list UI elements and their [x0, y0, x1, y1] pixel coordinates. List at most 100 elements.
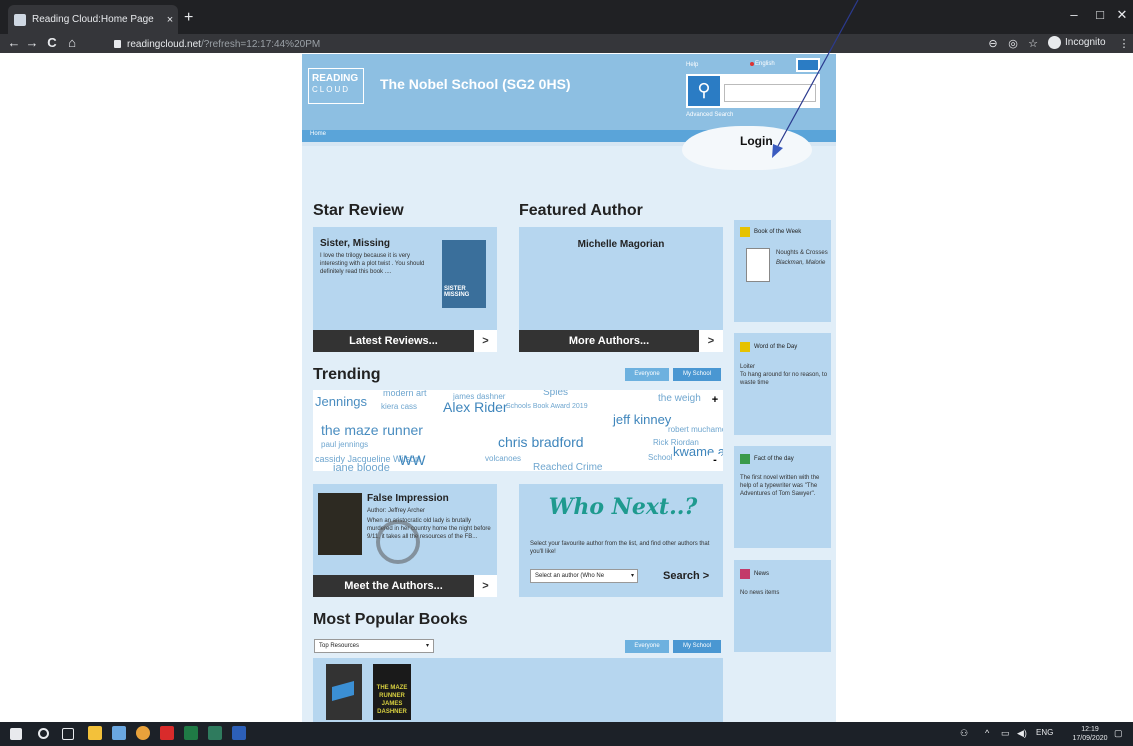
search-input[interactable] — [724, 84, 816, 102]
news-label: News — [754, 571, 770, 577]
popular-book-cover[interactable] — [326, 664, 362, 720]
chrome-icon[interactable] — [136, 726, 150, 740]
task-view-icon[interactable] — [62, 728, 74, 740]
resource-select-value: Top Resources — [319, 643, 360, 649]
display-icon[interactable] — [796, 58, 820, 72]
tracking-icon[interactable]: ◎ — [1005, 37, 1021, 50]
chevron-down-icon: ▾ — [630, 573, 634, 579]
zoom-icon[interactable]: ⊖ — [985, 37, 1001, 50]
trend-word[interactable]: jane bloode — [333, 462, 390, 471]
trend-word[interactable]: Schools Book Award 2019 — [506, 403, 588, 410]
publisher-icon[interactable] — [208, 726, 222, 740]
trend-word[interactable]: WW — [399, 452, 425, 468]
most-popular-heading: Most Popular Books — [313, 611, 468, 628]
address-bar[interactable]: readingcloud.net/?refresh=12:17:44%20PM — [106, 37, 966, 51]
school-name: The Nobel School (SG2 0HS) — [380, 76, 571, 92]
minimize-button[interactable]: – — [1063, 7, 1085, 22]
people-icon[interactable]: ⚇ — [960, 728, 968, 739]
who-next-search-button[interactable]: Search > — [663, 570, 709, 582]
profile-label: Incognito — [1065, 37, 1106, 48]
reading-cloud-logo[interactable]: READING CLOUD — [308, 68, 364, 104]
more-authors-arrow[interactable]: > — [699, 330, 723, 352]
excel-icon[interactable] — [184, 726, 198, 740]
fact-of-day-text: The first novel written with the help of… — [740, 475, 820, 497]
help-link[interactable]: Help — [686, 62, 698, 68]
meet-authors-arrow[interactable]: > — [474, 575, 497, 597]
forward-button[interactable]: → — [24, 35, 40, 50]
tray-chevron-icon[interactable]: ^ — [985, 728, 989, 738]
zoom-in-button[interactable]: + — [709, 394, 721, 408]
trend-word[interactable]: chris bradford — [498, 434, 584, 450]
bookmark-star-icon[interactable]: ☆ — [1025, 37, 1041, 50]
search-icon[interactable]: ⚲ — [688, 76, 720, 106]
trend-word[interactable]: Alex Rider — [443, 399, 508, 415]
clock[interactable]: 12:19 17/09/2020 — [1070, 725, 1110, 743]
new-tab-button[interactable]: + — [184, 9, 193, 27]
clock-time: 12:19 — [1081, 726, 1099, 733]
incognito-indicator[interactable]: Incognito — [1048, 36, 1106, 49]
popular-my-school-button[interactable]: My School — [673, 640, 721, 653]
browser-tab[interactable]: Reading Cloud:Home Page × — [8, 5, 178, 34]
trend-word[interactable]: modern art — [383, 390, 427, 398]
home-link[interactable]: Home — [310, 131, 326, 137]
trending-everyone-button[interactable]: Everyone — [625, 368, 669, 381]
word-icon[interactable] — [232, 726, 246, 740]
url-host: readingcloud.net — [127, 38, 201, 50]
trending-word-cloud[interactable]: Jennings modern art james dashner Spies … — [313, 390, 723, 471]
more-authors-button[interactable]: More Authors... — [519, 330, 699, 352]
author-select[interactable]: Select an author (Who Ne ▾ — [530, 569, 638, 583]
trend-word[interactable]: the weigh — [658, 393, 701, 404]
meet-authors-button[interactable]: Meet the Authors... — [313, 575, 474, 597]
trend-word[interactable]: kiera cass — [381, 402, 417, 411]
back-button[interactable]: ← — [6, 35, 22, 50]
featured-author-heading: Featured Author — [519, 202, 643, 219]
volume-icon[interactable]: ◀) — [1017, 728, 1027, 739]
zoom-out-button[interactable]: - — [709, 454, 721, 468]
book-of-week-book[interactable]: Noughts & Crosses — [776, 249, 828, 257]
reload-button[interactable]: C — [44, 35, 60, 50]
latest-reviews-arrow[interactable]: > — [474, 330, 497, 352]
latest-reviews-button[interactable]: Latest Reviews... — [313, 330, 474, 352]
trend-word[interactable]: paul jennings — [321, 440, 368, 449]
trend-word[interactable]: Jennings — [315, 394, 367, 409]
advanced-search-link[interactable]: Advanced Search — [686, 112, 733, 118]
close-window-button[interactable]: ✕ — [1111, 7, 1133, 23]
trend-word[interactable]: jeff kinney — [613, 412, 671, 427]
windows-start-icon[interactable] — [10, 728, 22, 740]
language-indicator[interactable]: ENG — [1036, 728, 1053, 737]
file-explorer-icon[interactable] — [88, 726, 102, 740]
maximize-button[interactable]: □ — [1089, 7, 1111, 22]
home-button[interactable]: ⌂ — [64, 35, 80, 50]
search-icon[interactable] — [38, 728, 49, 739]
who-next-text: Select your favourite author from the li… — [530, 541, 710, 555]
trend-word[interactable]: Spies — [543, 390, 568, 398]
resource-select[interactable]: Top Resources ▾ — [314, 639, 434, 653]
featured-author-name[interactable]: Michelle Magorian — [519, 239, 723, 250]
review-book-title[interactable]: Sister, Missing — [320, 238, 390, 249]
popular-book-maze-runner[interactable]: THE MAZE RUNNER JAMES DASHNER — [373, 664, 411, 720]
network-status-icon[interactable]: ▭ — [1001, 728, 1010, 739]
popular-everyone-button[interactable]: Everyone — [625, 640, 669, 653]
tab-close-icon[interactable]: × — [162, 14, 178, 26]
trend-word[interactable]: Reached Crime — [533, 462, 602, 471]
menu-icon[interactable]: ⋮ — [1116, 37, 1132, 50]
network-icon[interactable] — [112, 726, 126, 740]
book-cover-false-impression[interactable] — [318, 493, 362, 555]
trend-word[interactable]: robert muchamore — [668, 425, 723, 434]
login-link[interactable]: Login — [740, 134, 773, 148]
book-of-week-cover[interactable] — [746, 248, 770, 282]
play-icon[interactable] — [376, 520, 420, 564]
news-icon — [740, 569, 750, 579]
notification-icon[interactable]: ▢ — [1114, 728, 1123, 739]
false-impression-title[interactable]: False Impression — [367, 493, 449, 504]
news-title: News — [740, 569, 769, 579]
trend-word[interactable]: volcanoes — [485, 454, 521, 463]
book-cover-sister-missing[interactable]: SISTER MISSING — [442, 240, 486, 308]
trend-word[interactable]: the maze runner — [321, 422, 423, 438]
trending-my-school-button[interactable]: My School — [673, 368, 721, 381]
acrobat-icon[interactable] — [160, 726, 174, 740]
trend-word[interactable]: School — [648, 453, 672, 462]
login-cloud[interactable] — [682, 126, 812, 170]
language-link[interactable]: English — [755, 61, 775, 67]
fact-of-day-label: Fact of the day — [754, 456, 794, 462]
